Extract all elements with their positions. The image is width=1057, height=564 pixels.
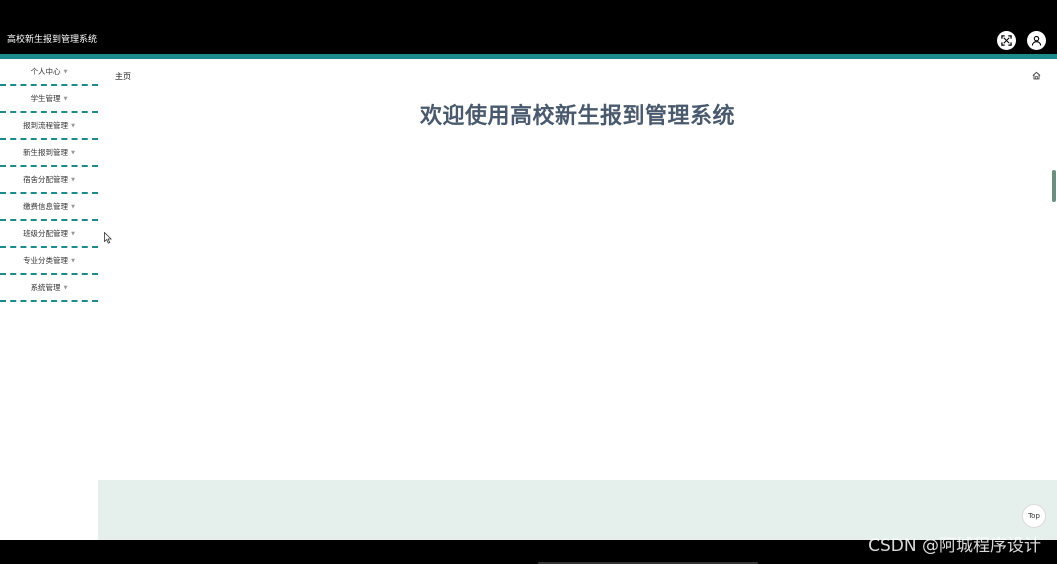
user-icon — [1031, 35, 1042, 46]
sidebar: 个人中心 ▼ 学生管理 ▼ 报到流程管理 ▼ 新生报到管理 ▼ 宿舍分配管理 ▼… — [0, 59, 98, 540]
welcome-heading: 欢迎使用高校新生报到管理系统 — [419, 104, 735, 129]
app-title: 高校新生报到管理系统 — [7, 35, 98, 45]
caret-down-icon: ▼ — [63, 284, 68, 291]
user-button[interactable] — [1027, 31, 1046, 50]
sidebar-item-registration-process[interactable]: 报到流程管理 ▼ — [0, 113, 98, 140]
main-content: 主页 欢迎使用高校新生报到管理系统 Top — [98, 59, 1057, 540]
back-to-top-button[interactable]: Top — [1022, 504, 1046, 528]
caret-down-icon: ▼ — [63, 68, 68, 75]
sidebar-item-payment-info[interactable]: 缴费信息管理 ▼ — [0, 194, 98, 221]
caret-down-icon: ▼ — [71, 122, 75, 129]
breadcrumb[interactable]: 主页 — [115, 72, 131, 82]
scrollbar-thumb[interactable] — [1052, 170, 1056, 202]
sidebar-item-student-management[interactable]: 学生管理 ▼ — [0, 86, 98, 113]
sidebar-item-class-assignment[interactable]: 班级分配管理 ▼ — [0, 221, 98, 248]
app-window: 高校新生报到管理系统 个人中心 ▼ 学生管理 ▼ 报到流程管理 ▼ 新生报到管理… — [0, 0, 1057, 564]
sidebar-item-personal-center[interactable]: 个人中心 ▼ — [0, 59, 98, 86]
home-icon[interactable] — [1032, 71, 1041, 80]
watermark: CSDN @阿城程序设计 — [868, 536, 1041, 556]
fullscreen-button[interactable] — [997, 31, 1016, 50]
caret-down-icon: ▼ — [63, 95, 68, 102]
caret-down-icon: ▼ — [71, 203, 75, 210]
sidebar-item-system-management[interactable]: 系统管理 ▼ — [0, 275, 98, 302]
caret-down-icon: ▼ — [71, 176, 75, 183]
sidebar-item-label: 报到流程管理 — [23, 120, 69, 130]
sidebar-item-freshman-registration[interactable]: 新生报到管理 ▼ — [0, 140, 98, 167]
sidebar-item-label: 新生报到管理 — [23, 147, 69, 157]
sidebar-item-label: 班级分配管理 — [23, 228, 69, 238]
caret-down-icon: ▼ — [71, 257, 75, 264]
sidebar-item-dorm-assignment[interactable]: 宿舍分配管理 ▼ — [0, 167, 98, 194]
sidebar-item-label: 系统管理 — [30, 282, 61, 292]
sidebar-item-label: 专业分类管理 — [23, 255, 69, 265]
sidebar-item-label: 缴费信息管理 — [23, 201, 69, 211]
sidebar-item-label: 学生管理 — [30, 93, 61, 103]
sidebar-item-label: 宿舍分配管理 — [23, 174, 69, 184]
mouse-cursor-icon — [104, 232, 112, 244]
fullscreen-icon — [1001, 35, 1012, 46]
sidebar-item-label: 个人中心 — [30, 66, 61, 76]
top-header: 高校新生报到管理系统 — [0, 24, 1057, 54]
sidebar-item-major-category[interactable]: 专业分类管理 ▼ — [0, 248, 98, 275]
caret-down-icon: ▼ — [71, 149, 75, 156]
caret-down-icon: ▼ — [71, 230, 75, 237]
app-body: 个人中心 ▼ 学生管理 ▼ 报到流程管理 ▼ 新生报到管理 ▼ 宿舍分配管理 ▼… — [0, 59, 1057, 540]
